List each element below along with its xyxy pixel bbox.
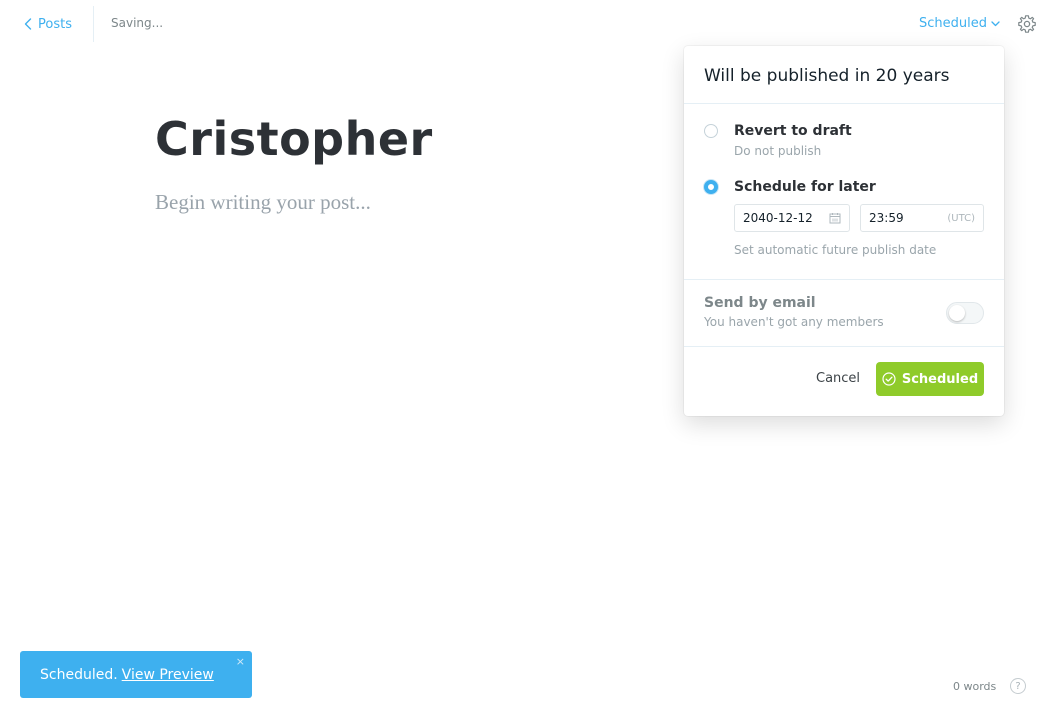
divider [684, 346, 1004, 347]
email-label: Send by email [704, 295, 816, 311]
divider [684, 103, 1004, 104]
settings-button[interactable] [1017, 14, 1037, 34]
notification-toast: Scheduled. View Preview × [20, 651, 252, 698]
publish-menu: Will be published in 20 years Revert to … [684, 46, 1004, 416]
help-icon[interactable]: ? [1010, 678, 1026, 694]
option-desc-schedule: Set automatic future publish date [734, 243, 937, 257]
saving-status: Saving... [111, 16, 164, 30]
post-title[interactable]: Cristopher [155, 112, 433, 166]
chevron-down-icon [991, 20, 1000, 26]
publish-time-input[interactable]: 23:59 (UTC) [860, 204, 984, 232]
cancel-button[interactable]: Cancel [816, 362, 860, 396]
status-dropdown[interactable]: Scheduled [919, 16, 1000, 31]
toggle-knob [949, 305, 965, 321]
close-icon[interactable]: × [236, 655, 245, 668]
post-body-editor[interactable]: Begin writing your post... [155, 190, 371, 215]
option-label-schedule: Schedule for later [734, 179, 876, 195]
divider [684, 279, 1004, 280]
option-desc-revert: Do not publish [734, 144, 822, 158]
email-description: You haven't got any members [704, 315, 884, 329]
time-value: 23:59 [869, 211, 904, 225]
radio-schedule-for-later[interactable] [704, 180, 718, 194]
check-circle-icon [882, 372, 896, 386]
scheduled-button[interactable]: Scheduled [876, 362, 984, 396]
date-value: 2040-12-12 [743, 211, 813, 225]
timezone-label: (UTC) [947, 212, 975, 224]
status-label: Scheduled [919, 16, 987, 31]
notification-message: Scheduled. [40, 666, 118, 683]
back-to-posts-link[interactable]: Posts [24, 14, 72, 34]
publish-menu-title: Will be published in 20 years [704, 66, 950, 86]
publish-date-input[interactable]: 2040-12-12 [734, 204, 850, 232]
word-count: 0 words [953, 680, 997, 693]
top-divider [93, 6, 94, 42]
back-link-label: Posts [38, 16, 72, 32]
calendar-icon [829, 213, 841, 224]
option-label-revert: Revert to draft [734, 123, 852, 139]
send-email-toggle[interactable] [946, 302, 984, 324]
chevron-left-icon [24, 18, 32, 30]
scheduled-button-label: Scheduled [901, 371, 979, 387]
view-preview-link[interactable]: View Preview [122, 667, 214, 683]
gear-icon [1018, 15, 1036, 33]
radio-revert-to-draft[interactable] [704, 124, 718, 138]
